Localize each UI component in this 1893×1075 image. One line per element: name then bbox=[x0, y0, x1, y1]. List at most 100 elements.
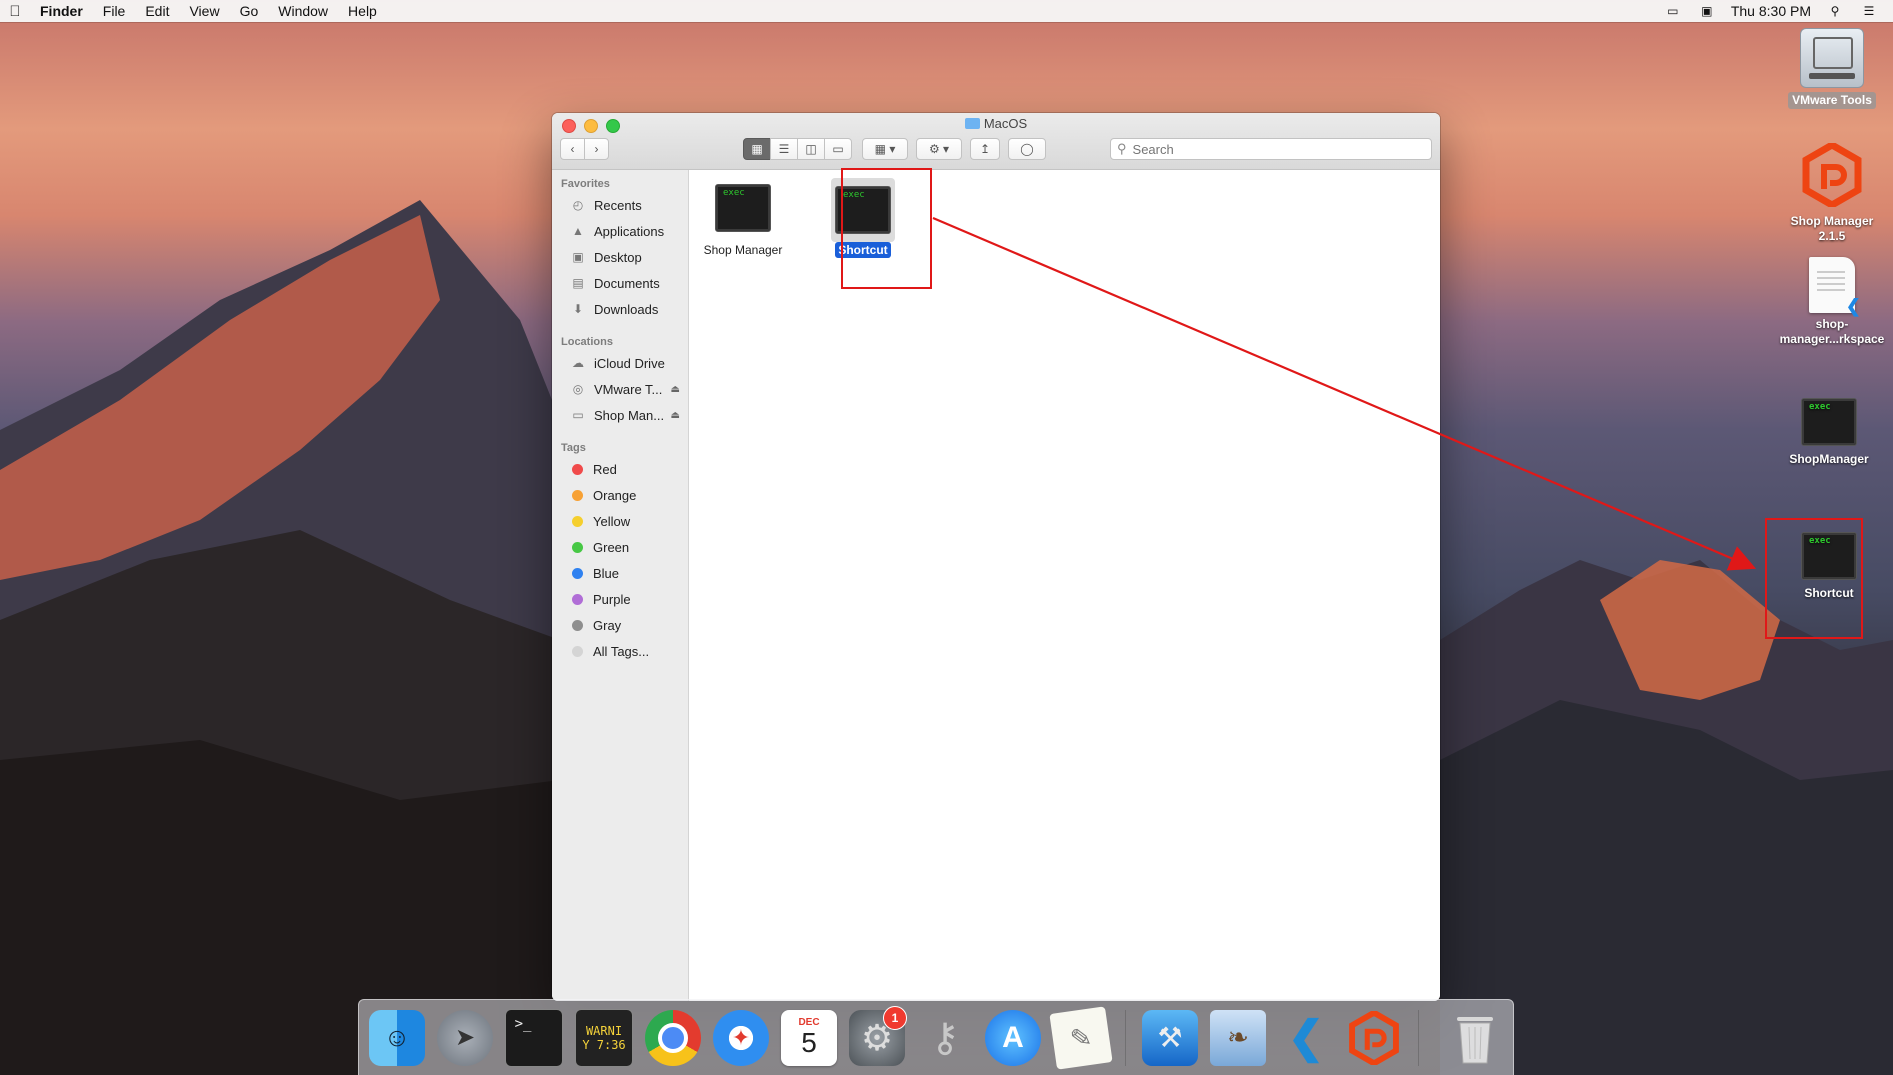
tags-button[interactable]: ◯ bbox=[1008, 138, 1046, 160]
eject-icon[interactable]: ⏏ bbox=[671, 384, 680, 395]
document-icon: ❮ bbox=[1809, 257, 1861, 316]
executable-icon: exec bbox=[715, 184, 771, 232]
dock-finder[interactable]: ☺ bbox=[369, 1009, 425, 1066]
sidebar-item-icloud-drive[interactable]: ☁ iCloud Drive bbox=[552, 350, 688, 376]
trash-icon bbox=[1457, 1016, 1493, 1063]
dock-calendar[interactable]: DEC 5 bbox=[781, 1009, 837, 1066]
vscode-badge-icon: ❮ bbox=[1845, 296, 1861, 316]
menu-clock[interactable]: Thu 8:30 PM bbox=[1731, 3, 1811, 19]
list-icon: ☰ bbox=[778, 142, 790, 156]
executable-alias-icon: exec bbox=[1801, 398, 1857, 446]
documents-icon: ▤ bbox=[572, 276, 584, 290]
annotation-box bbox=[1765, 518, 1863, 639]
dock-xcode[interactable]: ⚒ bbox=[1142, 1009, 1198, 1066]
app-store-icon: A bbox=[1002, 1020, 1024, 1054]
dock-app-store[interactable]: A bbox=[985, 1009, 1041, 1066]
clock-icon: ◴ bbox=[572, 198, 584, 212]
toolbar: ‹ › ▦ ☰ ◫ ▭ ▦ ▾ ⚙ ▾ ↥ ◯ ⚲ bbox=[560, 137, 1432, 161]
tag-color-dot bbox=[572, 515, 583, 527]
dock-keychain-access[interactable]: ⚷ bbox=[917, 1010, 973, 1066]
forward-button[interactable]: › bbox=[584, 138, 609, 160]
window-titlebar: MacOS ‹ › ▦ ☰ ◫ ▭ ▦ ▾ ⚙ ▾ ↥ ◯ ⚲ bbox=[552, 113, 1440, 170]
calendar-day: 5 bbox=[801, 1027, 817, 1058]
sidebar-item-downloads[interactable]: ⬇ Downloads bbox=[552, 296, 688, 322]
dock-system-preferences[interactable]: ⚙ 1 bbox=[849, 1005, 907, 1066]
desktop-icon-workspace-file[interactable]: ❮ shop-manager...rkspace bbox=[1777, 257, 1887, 347]
gallery-view-button[interactable]: ▭ bbox=[824, 138, 852, 160]
menu-edit[interactable]: Edit bbox=[135, 3, 179, 19]
share-icon: ↥ bbox=[979, 142, 991, 156]
file-name: Shop Manager bbox=[703, 243, 783, 257]
sidebar-tag-green[interactable]: Green bbox=[552, 534, 688, 560]
dock-shop-manager[interactable] bbox=[1346, 1010, 1402, 1066]
cloud-icon: ☁ bbox=[572, 356, 584, 370]
sidebar-item-documents[interactable]: ▤ Documents bbox=[552, 270, 688, 296]
dock-separator bbox=[1125, 1009, 1126, 1066]
tag-color-dot bbox=[572, 541, 583, 553]
share-button[interactable]: ↥ bbox=[970, 138, 1000, 160]
desktop-icon: ▣ bbox=[572, 250, 584, 264]
sidebar-header-locations: Locations bbox=[561, 336, 613, 348]
apple-menu-icon[interactable]:  bbox=[0, 3, 30, 20]
dock-terminal[interactable]: >_ bbox=[505, 1008, 563, 1067]
shop-manager-logo-icon bbox=[1802, 140, 1862, 210]
dock-chrome[interactable] bbox=[645, 1009, 701, 1066]
back-button[interactable]: ‹ bbox=[560, 138, 585, 160]
chevron-left-icon: ‹ bbox=[570, 142, 575, 156]
menu-bar:  Finder File Edit View Go Window Help ▭… bbox=[0, 0, 1893, 22]
menu-go[interactable]: Go bbox=[230, 3, 269, 19]
sidebar-item-desktop[interactable]: ▣ Desktop bbox=[552, 244, 688, 270]
sidebar-header-tags: Tags bbox=[561, 442, 586, 454]
column-view-button[interactable]: ◫ bbox=[797, 138, 825, 160]
dock-launchpad[interactable]: ➤ bbox=[437, 1009, 493, 1066]
sidebar-tag-blue[interactable]: Blue bbox=[552, 560, 688, 586]
dock-vscode[interactable]: ❮ bbox=[1278, 1010, 1334, 1066]
group-by-button[interactable]: ▦ ▾ bbox=[862, 138, 908, 160]
search-input[interactable] bbox=[1130, 140, 1431, 158]
menu-view[interactable]: View bbox=[179, 3, 229, 19]
chrome-icon bbox=[658, 1022, 688, 1053]
desktop-icon-shopmanager-alias[interactable]: exec ShopManager bbox=[1774, 398, 1884, 467]
window-title: MacOS bbox=[552, 116, 1440, 131]
sidebar-item-recents[interactable]: ◴ Recents bbox=[552, 192, 688, 218]
sidebar-tag-purple[interactable]: Purple bbox=[552, 586, 688, 612]
dock-trash[interactable] bbox=[1447, 1010, 1503, 1066]
sidebar-tag-gray[interactable]: Gray bbox=[552, 612, 688, 638]
eject-icon[interactable]: ⏏ bbox=[671, 410, 680, 421]
list-view-button[interactable]: ☰ bbox=[770, 138, 798, 160]
menu-app-finder[interactable]: Finder bbox=[30, 3, 93, 19]
desktop-icon-vmware-tools[interactable]: VMware Tools bbox=[1777, 28, 1887, 109]
chevron-right-icon: › bbox=[594, 142, 599, 156]
action-button[interactable]: ⚙ ▾ bbox=[916, 138, 962, 160]
sidebar-all-tags[interactable]: All Tags... bbox=[552, 638, 688, 664]
dock-console[interactable]: WARNI Y 7:36 bbox=[575, 1008, 633, 1067]
menu-help[interactable]: Help bbox=[338, 3, 387, 19]
file-item[interactable]: exec Shop Manager bbox=[698, 178, 788, 258]
pencil-icon: ✎ bbox=[1068, 1020, 1094, 1054]
dock-safari[interactable]: ✦ bbox=[713, 1009, 769, 1066]
vmware-disk-icon bbox=[1800, 28, 1864, 88]
columns-icon: ◫ bbox=[805, 142, 817, 156]
menu-file[interactable]: File bbox=[93, 3, 136, 19]
sidebar-tag-red[interactable]: Red bbox=[552, 456, 688, 482]
search-field[interactable]: ⚲ bbox=[1110, 138, 1432, 160]
applications-icon: ▲ bbox=[572, 224, 584, 238]
spotlight-search-icon[interactable]: ⚲ bbox=[1825, 4, 1845, 18]
tag-color-dot bbox=[572, 463, 583, 475]
notification-center-icon[interactable]: ☰ bbox=[1859, 4, 1879, 18]
vmware-status-icon[interactable]: ▣ bbox=[1697, 4, 1717, 18]
sidebar-tag-yellow[interactable]: Yellow bbox=[552, 508, 688, 534]
grid-icon: ▦ bbox=[751, 142, 763, 156]
dock-preview[interactable]: ❧ bbox=[1210, 1009, 1266, 1066]
gear-icon: ⚙ ▾ bbox=[928, 142, 950, 156]
sidebar-item-vmware-tools[interactable]: ◎ VMware T... ⏏ bbox=[552, 376, 688, 402]
display-mirror-icon[interactable]: ▭ bbox=[1663, 4, 1683, 18]
sidebar-item-applications[interactable]: ▲ Applications bbox=[552, 218, 688, 244]
desktop-icon-shop-manager-app[interactable]: Shop Manager 2.1.5 bbox=[1777, 140, 1887, 244]
menu-window[interactable]: Window bbox=[268, 3, 338, 19]
sidebar-tag-orange[interactable]: Orange bbox=[552, 482, 688, 508]
icon-view-button[interactable]: ▦ bbox=[743, 138, 771, 160]
sidebar-item-shop-manager[interactable]: ▭ Shop Man... ⏏ bbox=[552, 402, 688, 428]
finder-window: MacOS ‹ › ▦ ☰ ◫ ▭ ▦ ▾ ⚙ ▾ ↥ ◯ ⚲ Favorite… bbox=[552, 113, 1440, 1001]
dock-textedit[interactable]: ✎ bbox=[1049, 1005, 1113, 1070]
